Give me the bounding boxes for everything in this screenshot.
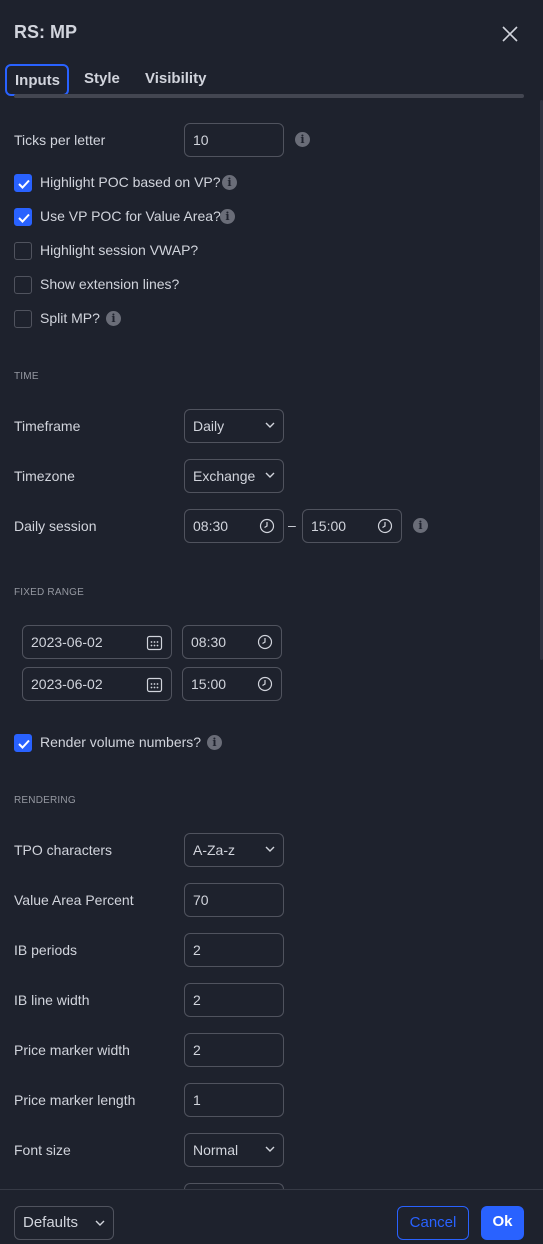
- ok-button[interactable]: Ok: [481, 1206, 524, 1240]
- value-area-percent-label: Value Area Percent: [14, 892, 134, 908]
- tab-divider: [14, 94, 524, 98]
- tpo-characters-value: A-Za-z: [193, 842, 235, 858]
- ib-line-width-input[interactable]: 2: [184, 983, 284, 1017]
- clock-icon[interactable]: [257, 634, 273, 650]
- ticks-per-letter-label: Ticks per letter: [14, 132, 106, 148]
- check-icon: [18, 179, 30, 189]
- fixed-range-section-header: FIXED RANGE: [14, 587, 84, 598]
- font-size-select[interactable]: Normal: [184, 1133, 284, 1167]
- defaults-button[interactable]: Defaults: [14, 1206, 114, 1240]
- range-start-date-input[interactable]: 2023-06-02: [22, 625, 172, 659]
- info-icon[interactable]: i: [207, 735, 222, 750]
- font-size-label: Font size: [14, 1142, 71, 1158]
- font-size-value: Normal: [193, 1142, 239, 1158]
- show-extension-label: Show extension lines?: [40, 276, 180, 292]
- info-icon[interactable]: i: [295, 132, 310, 147]
- session-separator: –: [288, 517, 296, 533]
- daily-session-label: Daily session: [14, 518, 97, 534]
- timeframe-label: Timeframe: [14, 418, 81, 434]
- highlight-poc-checkbox[interactable]: [14, 174, 32, 192]
- ib-line-width-label: IB line width: [14, 992, 90, 1008]
- info-icon[interactable]: i: [413, 518, 428, 533]
- range-start-date-value: 2023-06-02: [31, 634, 103, 650]
- calendar-icon[interactable]: [146, 634, 163, 651]
- tpo-characters-label: TPO characters: [14, 842, 113, 858]
- timezone-label: Timezone: [14, 468, 75, 484]
- tab-inputs[interactable]: Inputs: [5, 64, 69, 96]
- highlight-vwap-label: Highlight session VWAP?: [40, 242, 199, 258]
- price-marker-length-input[interactable]: 1: [184, 1083, 284, 1117]
- defaults-label: Defaults: [23, 1214, 79, 1231]
- tab-style[interactable]: Style: [84, 64, 120, 96]
- chevron-down-icon: [265, 422, 275, 428]
- ib-periods-label: IB periods: [14, 942, 78, 958]
- footer-divider: [0, 1189, 543, 1190]
- ib-periods-input[interactable]: 2: [184, 933, 284, 967]
- highlight-vwap-checkbox[interactable]: [14, 242, 32, 260]
- use-vp-poc-checkbox[interactable]: [14, 208, 32, 226]
- price-marker-length-label: Price marker length: [14, 1092, 136, 1108]
- range-end-date-value: 2023-06-02: [31, 676, 103, 692]
- session-end-input[interactable]: 15:00: [302, 509, 402, 543]
- close-icon[interactable]: [500, 24, 520, 44]
- check-icon: [18, 213, 30, 223]
- session-end-value: 15:00: [311, 518, 347, 534]
- clock-icon[interactable]: [257, 676, 273, 692]
- range-start-time-value: 08:30: [191, 634, 227, 650]
- use-vp-poc-label: Use VP POC for Value Area?: [40, 208, 221, 224]
- tab-visibility[interactable]: Visibility: [145, 64, 206, 96]
- range-end-date-input[interactable]: 2023-06-02: [22, 667, 172, 701]
- check-icon: [18, 739, 30, 749]
- render-volume-checkbox[interactable]: [14, 734, 32, 752]
- clock-icon[interactable]: [259, 518, 275, 534]
- split-mp-label: Split MP?: [40, 310, 100, 326]
- info-icon[interactable]: i: [220, 209, 235, 224]
- dialog-title: RS: MP: [14, 22, 77, 42]
- value-area-percent-input[interactable]: 70: [184, 883, 284, 917]
- rendering-section-header: RENDERING: [14, 795, 76, 806]
- split-mp-checkbox[interactable]: [14, 310, 32, 328]
- chevron-down-icon: [265, 1146, 275, 1152]
- timezone-value: Exchange: [193, 468, 256, 484]
- chevron-down-icon: [95, 1220, 105, 1226]
- session-start-input[interactable]: 08:30: [184, 509, 284, 543]
- clock-icon[interactable]: [377, 518, 393, 534]
- time-section-header: TIME: [14, 371, 39, 382]
- price-marker-width-label: Price marker width: [14, 1042, 130, 1058]
- calendar-icon[interactable]: [146, 676, 163, 693]
- info-icon[interactable]: i: [106, 311, 121, 326]
- chevron-down-icon: [265, 472, 275, 478]
- timeframe-value: Daily: [193, 418, 225, 434]
- tpo-characters-select[interactable]: A-Za-z: [184, 833, 284, 867]
- info-icon[interactable]: i: [222, 175, 237, 190]
- highlight-poc-label: Highlight POC based on VP?: [40, 174, 221, 190]
- ticks-per-letter-input[interactable]: 10: [184, 123, 284, 157]
- price-marker-width-input[interactable]: 2: [184, 1033, 284, 1067]
- timeframe-select[interactable]: Daily: [184, 409, 284, 443]
- cancel-button[interactable]: Cancel: [397, 1206, 469, 1240]
- render-volume-label: Render volume numbers?: [40, 734, 202, 750]
- range-end-time-input[interactable]: 15:00: [182, 667, 282, 701]
- range-end-time-value: 15:00: [191, 676, 227, 692]
- session-start-value: 08:30: [193, 518, 229, 534]
- chevron-down-icon: [265, 846, 275, 852]
- range-start-time-input[interactable]: 08:30: [182, 625, 282, 659]
- show-extension-checkbox[interactable]: [14, 276, 32, 294]
- timezone-select[interactable]: Exchange: [184, 459, 284, 493]
